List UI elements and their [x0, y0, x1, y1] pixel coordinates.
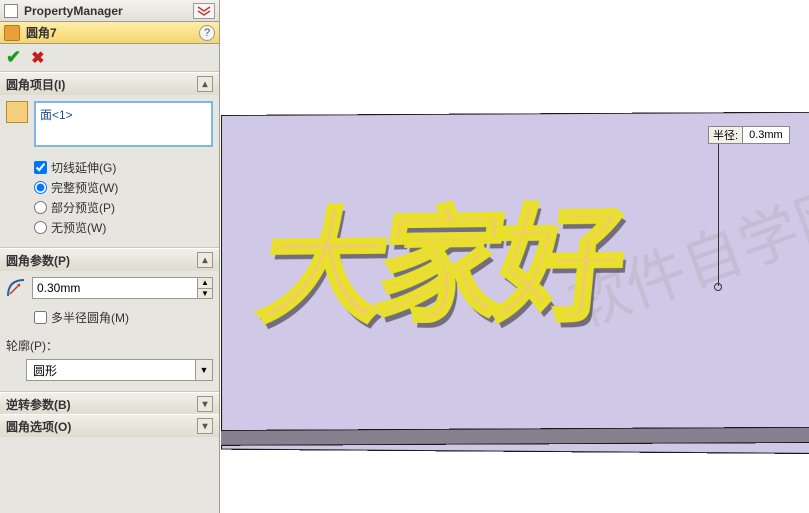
extruded-text[interactable]: 大家好 — [249, 164, 625, 347]
pm-header: PropertyManager — [0, 0, 219, 22]
tangent-propagation-checkbox[interactable] — [34, 161, 47, 174]
section-reverse: 逆转参数(B) ▾ — [0, 392, 219, 414]
chevron-down-icon[interactable]: ▾ — [197, 418, 213, 434]
section-options: 圆角选项(O) ▾ — [0, 414, 219, 436]
feature-name: 圆角7 — [26, 24, 199, 41]
profile-dropdown[interactable]: 圆形 ▼ — [26, 359, 213, 381]
section-title-items: 圆角项目(I) — [6, 76, 65, 93]
section-head-reverse[interactable]: 逆转参数(B) ▾ — [0, 393, 219, 415]
confirm-bar: ✔ ✖ — [0, 44, 219, 72]
help-icon[interactable]: ? — [199, 25, 215, 41]
callout-leader — [718, 144, 719, 286]
spin-up-button[interactable]: ▲ — [197, 277, 213, 288]
no-preview-radio[interactable] — [34, 221, 47, 234]
section-head-params[interactable]: 圆角参数(P) ▴ — [0, 249, 219, 271]
tangent-label: 切线延伸(G) — [51, 159, 116, 176]
pm-title: PropertyManager — [24, 4, 193, 18]
cancel-button[interactable]: ✖ — [31, 48, 44, 68]
face-select-icon[interactable] — [6, 101, 28, 123]
viewport-3d[interactable]: 软件自学网 大家好 半径: 0.3mm — [221, 0, 809, 513]
collapse-panel-icon[interactable] — [193, 3, 215, 19]
radius-spinner[interactable]: ▲ ▼ — [32, 277, 213, 299]
tab-icon[interactable] — [4, 4, 18, 18]
full-preview-radio[interactable] — [34, 181, 47, 194]
multi-radius-checkbox[interactable] — [34, 311, 47, 324]
section-title-reverse: 逆转参数(B) — [6, 396, 71, 413]
callout-label: 半径: — [709, 127, 743, 143]
radius-callout[interactable]: 半径: 0.3mm — [708, 126, 790, 144]
section-title-options: 圆角选项(O) — [6, 418, 71, 435]
callout-anchor-icon — [714, 283, 722, 291]
section-head-items[interactable]: 圆角项目(I) ▴ — [0, 73, 219, 95]
section-fillet-items: 圆角项目(I) ▴ 面<1> 切线延伸(G) 完整预览(W) — [0, 72, 219, 248]
profile-label: 轮廓(P)： — [6, 339, 58, 353]
no-preview-label: 无预览(W) — [51, 219, 106, 236]
radius-input[interactable] — [32, 277, 197, 299]
property-manager-panel: PropertyManager 圆角7 ? ✔ ✖ 圆角项目(I) ▴ 面<1> — [0, 0, 220, 513]
plate-side-face[interactable] — [221, 426, 809, 445]
partial-preview-label: 部分预览(P) — [51, 199, 115, 216]
partial-preview-radio[interactable] — [34, 201, 47, 214]
ok-button[interactable]: ✔ — [6, 47, 21, 68]
feature-bar: 圆角7 ? — [0, 22, 219, 44]
chevron-up-icon[interactable]: ▴ — [197, 252, 213, 268]
section-title-params: 圆角参数(P) — [6, 252, 70, 269]
fillet-feature-icon — [4, 25, 20, 41]
full-preview-label: 完整预览(W) — [51, 179, 118, 196]
chevron-down-icon[interactable]: ▾ — [197, 396, 213, 412]
section-fillet-params: 圆角参数(P) ▴ ▲ ▼ 多半径圆角(M) 轮廓(P)： — [0, 248, 219, 392]
section-head-options[interactable]: 圆角选项(O) ▾ — [0, 415, 219, 437]
chevron-down-icon[interactable]: ▼ — [195, 359, 213, 381]
spin-down-button[interactable]: ▼ — [197, 288, 213, 300]
selection-item[interactable]: 面<1> — [40, 105, 207, 124]
radius-icon — [6, 278, 26, 298]
multi-radius-label: 多半径圆角(M) — [51, 309, 129, 326]
selection-box[interactable]: 面<1> — [34, 101, 213, 147]
profile-value: 圆形 — [26, 359, 195, 381]
callout-value[interactable]: 0.3mm — [743, 129, 789, 141]
chevron-up-icon[interactable]: ▴ — [197, 76, 213, 92]
